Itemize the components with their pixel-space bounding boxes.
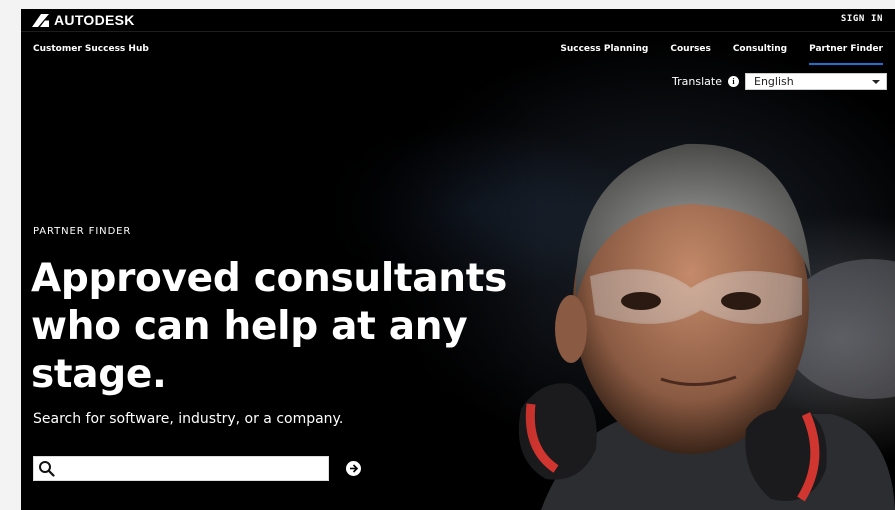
translate-control: Translate i English bbox=[672, 73, 887, 90]
nav-partner-finder[interactable]: Partner Finder bbox=[809, 44, 883, 65]
logo-text: AUTODESK bbox=[54, 12, 135, 28]
arrow-right-icon bbox=[350, 464, 359, 473]
autodesk-logo[interactable]: AUTODESK bbox=[32, 12, 135, 28]
language-select-value: English bbox=[754, 75, 794, 88]
info-icon[interactable]: i bbox=[728, 76, 739, 87]
nav-success-planning[interactable]: Success Planning bbox=[560, 44, 648, 65]
chevron-down-icon bbox=[872, 79, 880, 84]
sign-in-link[interactable]: SIGN IN bbox=[841, 14, 883, 24]
autodesk-logo-icon bbox=[32, 13, 49, 27]
nav-courses[interactable]: Courses bbox=[670, 44, 710, 65]
search-submit-button[interactable] bbox=[346, 461, 361, 476]
nav-consulting[interactable]: Consulting bbox=[733, 44, 787, 65]
language-select[interactable]: English bbox=[745, 73, 887, 90]
search-box bbox=[33, 456, 329, 481]
hero-subhead: Search for software, industry, or a comp… bbox=[33, 411, 344, 427]
hub-title[interactable]: Customer Success Hub bbox=[33, 44, 149, 54]
main-nav: Success Planning Courses Consulting Part… bbox=[560, 44, 883, 65]
hero-portrait-image bbox=[518, 143, 895, 510]
translate-label: Translate bbox=[672, 75, 722, 88]
hero-eyebrow: PARTNER FINDER bbox=[33, 226, 132, 237]
top-bar: AUTODESK SIGN IN bbox=[21, 9, 895, 32]
hero-headline: Approved consultants who can help at any… bbox=[31, 256, 508, 397]
page-frame: AUTODESK SIGN IN Customer Success Hub Su… bbox=[21, 9, 895, 510]
search-icon bbox=[39, 460, 55, 477]
search-input[interactable] bbox=[57, 457, 328, 480]
